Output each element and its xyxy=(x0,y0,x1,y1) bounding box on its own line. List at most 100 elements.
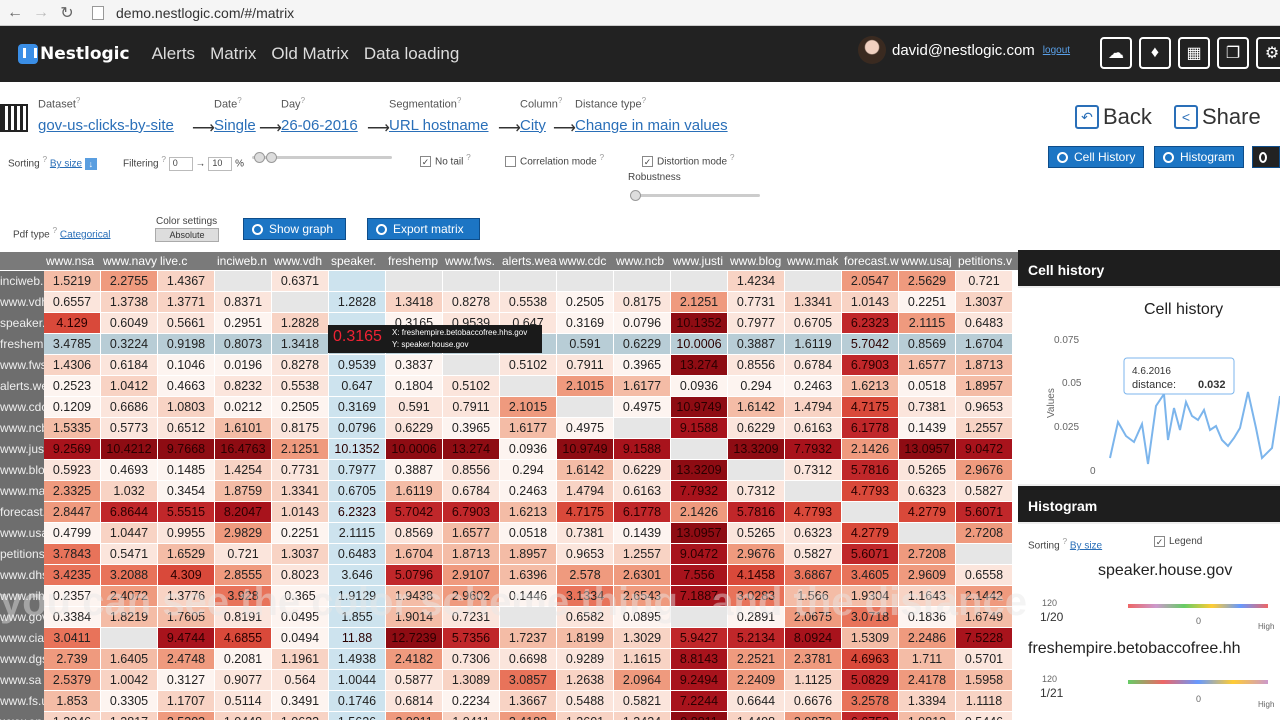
matrix-cell[interactable]: 0.7731 xyxy=(728,292,784,312)
matrix-cell[interactable]: 10.1352 xyxy=(329,439,385,459)
matrix-cell[interactable]: 5.7356 xyxy=(443,628,499,648)
matrix-cell[interactable]: 0.2523 xyxy=(44,376,100,396)
row-label[interactable]: alerts.wea xyxy=(0,376,44,397)
matrix-cell[interactable]: 2.5629 xyxy=(899,271,955,291)
matrix-cell[interactable]: 1.1961 xyxy=(272,649,328,669)
matrix-cell[interactable]: 1.4306 xyxy=(44,355,100,375)
column-header[interactable]: www.cdc xyxy=(559,254,614,268)
matrix-cell[interactable]: 2.2521 xyxy=(728,649,784,669)
forward-arrow-icon[interactable]: → xyxy=(30,2,52,24)
matrix-cell[interactable]: 1.6405 xyxy=(101,649,157,669)
matrix-cell[interactable]: 7.2244 xyxy=(671,691,727,711)
date-value[interactable]: Single xyxy=(214,117,256,134)
matrix-cell[interactable] xyxy=(671,439,727,459)
robustness-slider[interactable] xyxy=(630,190,760,201)
matrix-cell[interactable]: 0.6784 xyxy=(443,481,499,501)
matrix-cell[interactable]: 0.0796 xyxy=(614,313,670,333)
slider-handle[interactable] xyxy=(266,152,277,163)
matrix-cell[interactable]: 3.0857 xyxy=(500,670,556,690)
matrix-cell[interactable]: 1.0633 xyxy=(272,712,328,720)
matrix-cell[interactable]: 16.4763 xyxy=(215,439,271,459)
matrix-cell[interactable]: 2.2755 xyxy=(101,271,157,291)
matrix-cell[interactable]: 1.6119 xyxy=(785,334,841,354)
matrix-cell[interactable]: 3.2578 xyxy=(842,691,898,711)
histogram-button[interactable]: Histogram xyxy=(1154,146,1244,168)
matrix-cell[interactable]: 1.6101 xyxy=(215,418,271,438)
matrix-cell[interactable]: 0.2251 xyxy=(899,292,955,312)
matrix-cell[interactable]: 0.5446 xyxy=(956,712,1012,720)
matrix-cell[interactable] xyxy=(215,271,271,291)
matrix-cell[interactable]: 0.3491 xyxy=(272,691,328,711)
row-label[interactable]: www.blog xyxy=(0,460,44,481)
matrix-cell[interactable] xyxy=(500,271,556,291)
matrix-cell[interactable]: 0.8569 xyxy=(386,523,442,543)
matrix-cell[interactable]: 7.7932 xyxy=(671,481,727,501)
matrix-cell[interactable]: 1.0143 xyxy=(842,292,898,312)
matrix-cell[interactable]: 2.4182 xyxy=(386,649,442,669)
matrix-cell[interactable]: 5.6071 xyxy=(842,544,898,564)
hist-pager[interactable]: 1/21 xyxy=(1040,686,1063,700)
matrix-cell[interactable]: 0.0518 xyxy=(500,523,556,543)
matrix-cell[interactable]: 0.2081 xyxy=(215,649,271,669)
matrix-cell[interactable]: 1.853 xyxy=(44,691,100,711)
column-header[interactable]: forecast.w xyxy=(844,254,899,268)
matrix-cell[interactable]: 1.4938 xyxy=(329,649,385,669)
matrix-cell[interactable]: 2.5379 xyxy=(44,670,100,690)
matrix-cell[interactable]: 5.2134 xyxy=(728,628,784,648)
matrix-cell[interactable]: 1.3037 xyxy=(272,544,328,564)
matrix-cell[interactable]: 1.4254 xyxy=(215,460,271,480)
matrix-cell[interactable]: 0.6698 xyxy=(500,649,556,669)
matrix-cell[interactable]: 1.2557 xyxy=(956,418,1012,438)
matrix-cell[interactable]: 0.6184 xyxy=(101,355,157,375)
matrix-cell[interactable]: 0.9955 xyxy=(158,523,214,543)
matrix-cell[interactable]: 1.4794 xyxy=(785,397,841,417)
matrix-cell[interactable]: 1.1707 xyxy=(158,691,214,711)
matrix-cell[interactable]: 1.2557 xyxy=(614,544,670,564)
matrix-cell[interactable]: 1.0803 xyxy=(158,397,214,417)
matrix-cell[interactable]: 1.8957 xyxy=(956,376,1012,396)
matrix-cell[interactable]: 0.3887 xyxy=(386,460,442,480)
matrix-cell[interactable] xyxy=(101,628,157,648)
matrix-cell[interactable]: 0.8175 xyxy=(614,292,670,312)
matrix-cell[interactable]: 0.3965 xyxy=(443,418,499,438)
matrix-cell[interactable]: 2.9676 xyxy=(728,544,784,564)
matrix-cell[interactable]: 1.3037 xyxy=(956,292,1012,312)
matrix-cell[interactable]: 2.2409 xyxy=(728,670,784,690)
legend-checkbox[interactable]: ✓ xyxy=(1154,536,1165,547)
matrix-cell[interactable] xyxy=(272,292,328,312)
matrix-cell[interactable]: 0.6686 xyxy=(101,397,157,417)
matrix-cell[interactable]: 0.5265 xyxy=(728,523,784,543)
matrix-cell[interactable]: 0.5102 xyxy=(500,355,556,375)
matrix-cell[interactable]: 3.0411 xyxy=(44,628,100,648)
matrix-cell[interactable]: 1.3418 xyxy=(386,292,442,312)
matrix-cell[interactable]: 0.294 xyxy=(500,460,556,480)
matrix-cell[interactable]: 0.8278 xyxy=(443,292,499,312)
matrix-cell[interactable]: 0.2505 xyxy=(557,292,613,312)
matrix-cell[interactable]: 1.6577 xyxy=(899,355,955,375)
column-header[interactable]: www.ncb xyxy=(616,254,671,268)
sorting-value[interactable]: By size xyxy=(50,158,82,169)
matrix-cell[interactable]: 1.2638 xyxy=(557,670,613,690)
matrix-cell[interactable]: 0.0518 xyxy=(899,376,955,396)
matrix-cell[interactable]: 1.7237 xyxy=(500,628,556,648)
matrix-cell[interactable]: 5.9427 xyxy=(671,628,727,648)
matrix-cell[interactable] xyxy=(443,355,499,375)
matrix-cell[interactable]: 0.8371 xyxy=(215,292,271,312)
matrix-cell[interactable]: 4.7175 xyxy=(557,502,613,522)
matrix-cell[interactable]: 1.711 xyxy=(899,649,955,669)
matrix-cell[interactable]: 1.6213 xyxy=(500,502,556,522)
matrix-cell[interactable]: 0.7911 xyxy=(557,355,613,375)
matrix-cell[interactable]: 0.6049 xyxy=(101,313,157,333)
matrix-cell[interactable]: 2.0011 xyxy=(386,712,442,720)
matrix-cell[interactable]: 0.4975 xyxy=(557,418,613,438)
matrix-cell[interactable]: 0.4975 xyxy=(614,397,670,417)
matrix-cell[interactable]: 1.6177 xyxy=(500,418,556,438)
matrix-cell[interactable] xyxy=(614,271,670,291)
matrix-cell[interactable]: 0.5827 xyxy=(785,544,841,564)
matrix-cell[interactable]: 1.9813 xyxy=(899,712,955,720)
matrix-cell[interactable]: 0.6323 xyxy=(899,481,955,501)
matrix-cell[interactable]: 0.6784 xyxy=(785,355,841,375)
matrix-cell[interactable]: 7.5228 xyxy=(956,628,1012,648)
matrix-cell[interactable] xyxy=(671,271,727,291)
matrix-cell[interactable]: 1.3771 xyxy=(158,292,214,312)
